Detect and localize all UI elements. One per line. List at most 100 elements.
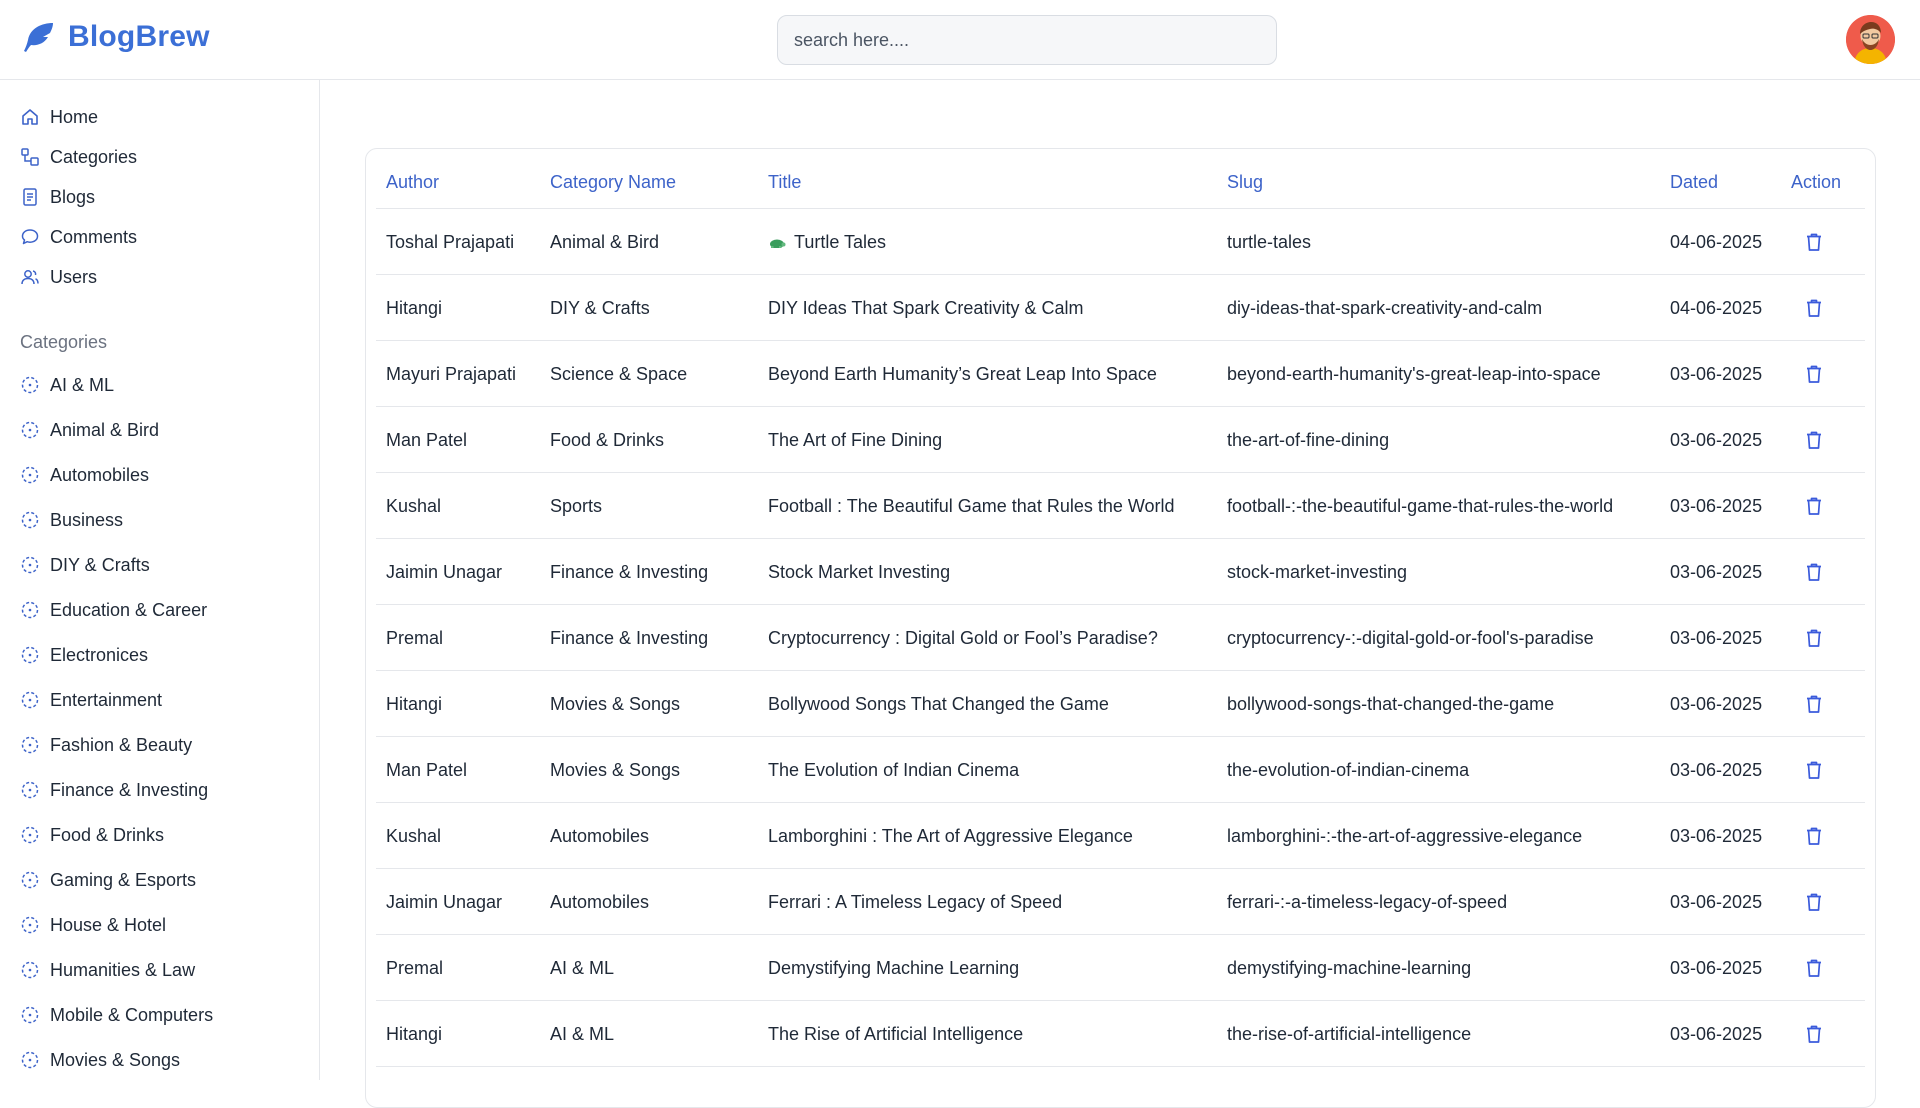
sidebar-category-item[interactable]: Humanities & Law — [20, 955, 195, 985]
table-row[interactable]: Hitangi DIY & Crafts DIY Ideas That Spark … — [376, 275, 1865, 341]
table-row[interactable]: Mayuri Prajapati Science & Space Beyond Ea… — [376, 341, 1865, 407]
column-header-category[interactable]: Category Name — [550, 172, 676, 193]
cell-slug: the-evolution-of-indian-cinema — [1227, 737, 1469, 803]
cell-author: Hitangi — [386, 671, 442, 737]
delete-trash-icon[interactable] — [1803, 759, 1825, 781]
table-row[interactable]: Kushal Automobiles Lamborghini : The Art o… — [376, 803, 1865, 869]
table-row[interactable]: Man Patel Movies & Songs The Evolution of … — [376, 737, 1865, 803]
cell-dated: 03-06-2025 — [1670, 1001, 1762, 1067]
cell-title: Turtle Tales — [768, 209, 886, 275]
cell-category: Movies & Songs — [550, 737, 680, 803]
delete-trash-icon[interactable] — [1803, 627, 1825, 649]
table-row[interactable]: Hitangi AI & ML The Rise of Artificial Int… — [376, 1001, 1865, 1067]
table-row[interactable]: Jaimin Unagar Finance & Investing Stock Ma… — [376, 539, 1865, 605]
delete-trash-icon[interactable] — [1803, 429, 1825, 451]
column-header-title[interactable]: Title — [768, 172, 801, 193]
sidebar-item-home[interactable]: Home — [20, 102, 98, 132]
sidebar-category-item[interactable]: Fashion & Beauty — [20, 730, 192, 760]
cell-author-text: Premal — [386, 627, 444, 648]
sidebar-category-item[interactable]: House & Hotel — [20, 910, 166, 940]
cell-title: Cryptocurrency : Digital Gold or Fool’s … — [768, 605, 1158, 671]
column-header-dated[interactable]: Dated — [1670, 172, 1718, 193]
table-row[interactable]: Toshal Prajapati Animal & Bird Turtle Tale… — [376, 209, 1865, 275]
delete-trash-icon[interactable] — [1803, 957, 1825, 979]
sidebar-category-item[interactable]: Animal & Bird — [20, 415, 159, 445]
sidebar-category-item[interactable]: Food & Drinks — [20, 820, 164, 850]
delete-trash-icon[interactable] — [1803, 825, 1825, 847]
cell-dated-text: 03-06-2025 — [1670, 759, 1763, 780]
dashed-circle-icon — [21, 421, 39, 439]
cell-title-text: Beyond Earth Humanity’s Great Leap Into … — [768, 363, 1157, 384]
cell-category-text: AI & ML — [550, 1023, 615, 1044]
sidebar-category-item[interactable]: Movies & Songs — [20, 1045, 180, 1075]
sidebar-category-label: Finance & Investing — [50, 779, 209, 800]
cell-slug-text: the-rise-of-artificial-intelligence — [1227, 1023, 1472, 1044]
dashed-circle-icon — [21, 1051, 39, 1069]
sidebar-category-label: Electronices — [50, 644, 149, 665]
dashed-circle-icon — [21, 826, 39, 844]
sidebar-category-item[interactable]: Automobiles — [20, 460, 149, 490]
cell-dated-text: 03-06-2025 — [1670, 495, 1763, 516]
dashed-circle-icon — [21, 466, 39, 484]
sidebar-item-blogs[interactable]: Blogs — [20, 182, 95, 212]
sidebar-item-comments[interactable]: Comments — [20, 222, 137, 252]
delete-trash-icon[interactable] — [1803, 495, 1825, 517]
cell-slug-text: lamborghini-:-the-art-of-aggressive-eleg… — [1227, 825, 1583, 846]
app-name: BlogBrew — [68, 20, 210, 53]
sidebar-category-item[interactable]: AI & ML — [20, 370, 114, 400]
cell-slug: cryptocurrency-:-digital-gold-or-fool's-… — [1227, 605, 1594, 671]
sidebar-category-item[interactable]: Entertainment — [20, 685, 162, 715]
delete-trash-icon[interactable] — [1803, 297, 1825, 319]
search-input[interactable] — [777, 15, 1277, 65]
cell-slug-text: ferrari-:-a-timeless-legacy-of-speed — [1227, 891, 1508, 912]
dashed-circle-icon — [21, 691, 39, 709]
cell-dated-text: 03-06-2025 — [1670, 627, 1763, 648]
delete-trash-icon[interactable] — [1803, 891, 1825, 913]
cell-title: Bollywood Songs That Changed the Game — [768, 671, 1109, 737]
cell-slug: lamborghini-:-the-art-of-aggressive-eleg… — [1227, 803, 1582, 869]
sidebar: Home Categories Blogs Comments Users Cat… — [0, 80, 320, 1080]
dashed-circle-icon — [21, 646, 39, 664]
sidebar-category-item[interactable]: Finance & Investing — [20, 775, 208, 805]
cell-dated: 03-06-2025 — [1670, 935, 1762, 1001]
sidebar-category-item[interactable]: DIY & Crafts — [20, 550, 150, 580]
cell-dated: 03-06-2025 — [1670, 341, 1762, 407]
sidebar-category-item[interactable]: Mobile & Computers — [20, 1000, 213, 1030]
delete-trash-icon[interactable] — [1803, 1023, 1825, 1045]
cell-title: The Art of Fine Dining — [768, 407, 942, 473]
column-header-slug[interactable]: Slug — [1227, 172, 1263, 193]
sidebar-category-item[interactable]: Education & Career — [20, 595, 207, 625]
sidebar-category-label: Education & Career — [50, 599, 208, 620]
cell-slug-text: turtle-tales — [1227, 231, 1312, 252]
sidebar-category-item[interactable]: Business — [20, 505, 123, 535]
sidebar-category-label: Entertainment — [50, 689, 163, 710]
sidebar-category-item[interactable]: Gaming & Esports — [20, 865, 196, 895]
table-row[interactable]: Kushal Sports Football : The Beautiful Gam… — [376, 473, 1865, 539]
column-header-author[interactable]: Author — [386, 172, 439, 193]
brand[interactable]: BlogBrew — [22, 20, 210, 54]
user-avatar[interactable] — [1846, 15, 1895, 64]
cell-slug: stock-market-investing — [1227, 539, 1407, 605]
cell-slug-text: diy-ideas-that-spark-creativity-and-calm — [1227, 297, 1543, 318]
sidebar-item-users[interactable]: Users — [20, 262, 97, 292]
cell-category: Movies & Songs — [550, 671, 680, 737]
table-row[interactable]: Premal Finance & Investing Cryptocurrency … — [376, 605, 1865, 671]
cell-title-text: The Evolution of Indian Cinema — [768, 759, 1020, 780]
dashed-circle-icon — [21, 871, 39, 889]
sidebar-item-categories[interactable]: Categories — [20, 142, 137, 172]
delete-trash-icon[interactable] — [1803, 231, 1825, 253]
table-row[interactable]: Hitangi Movies & Songs Bollywood Songs Tha… — [376, 671, 1865, 737]
cell-slug-text: stock-market-investing — [1227, 561, 1408, 582]
delete-trash-icon[interactable] — [1803, 693, 1825, 715]
table-row[interactable]: Jaimin Unagar Automobiles Ferrari : A Time… — [376, 869, 1865, 935]
sidebar-category-item[interactable]: Electronices — [20, 640, 148, 670]
cell-dated: 04-06-2025 — [1670, 275, 1762, 341]
table-row[interactable]: Premal AI & ML Demystifying Machine Learni… — [376, 935, 1865, 1001]
delete-trash-icon[interactable] — [1803, 363, 1825, 385]
cell-title: Stock Market Investing — [768, 539, 950, 605]
sidebar-item-label: Home — [50, 106, 99, 127]
sidebar-category-label: AI & ML — [50, 374, 115, 395]
cell-author: Mayuri Prajapati — [386, 341, 516, 407]
table-row[interactable]: Man Patel Food & Drinks The Art of Fine Di… — [376, 407, 1865, 473]
delete-trash-icon[interactable] — [1803, 561, 1825, 583]
